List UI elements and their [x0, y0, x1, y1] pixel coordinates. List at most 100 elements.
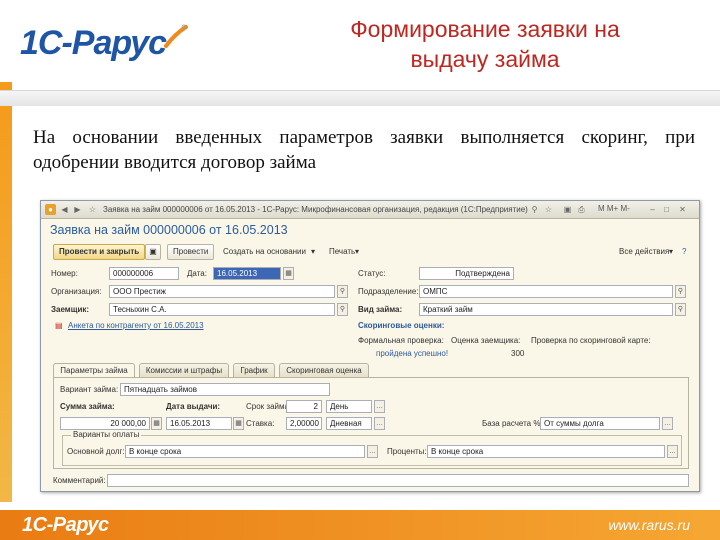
logo-text: 1С-Рарус [20, 24, 167, 62]
interest-picker-icon[interactable]: … [667, 445, 678, 458]
forward-icon[interactable]: ▶ [72, 204, 83, 215]
number-label: Номер: [51, 269, 78, 278]
comment-field[interactable] [107, 474, 689, 487]
tab-schedule[interactable]: График [233, 363, 275, 377]
maximize-icon[interactable]: □ [661, 204, 672, 215]
scoring-score-value: 300 [511, 349, 525, 358]
app-icon: ● [45, 204, 56, 215]
all-actions-chevron-icon[interactable]: ▾ [669, 247, 673, 256]
slide-title: Формирование заявки на выдачу займа [270, 14, 700, 74]
calc-base-field[interactable]: От суммы долга [540, 417, 660, 430]
repayment-options-group: Варианты оплаты Основной долг: В конце с… [62, 430, 682, 466]
save-disk-icon[interactable]: ▣ [562, 204, 573, 215]
division-field[interactable]: ОМПС [419, 285, 673, 298]
borrower-field[interactable]: Тесныхин С.А. [109, 303, 335, 316]
rate-type-field[interactable]: Дневная [326, 417, 372, 430]
rate-field[interactable]: 2,00000 [286, 417, 322, 430]
window-title: Заявка на займ 000000006 от 16.05.2013 -… [103, 205, 528, 214]
save-icon[interactable]: ▣ [145, 244, 161, 260]
scoring-result-link[interactable]: пройдена успешно! [376, 349, 448, 358]
division-label: Подразделение: [358, 287, 419, 296]
app-window: ● ◀ ▶ ☆ Заявка на займ 000000006 от 16.0… [40, 200, 700, 492]
back-icon[interactable]: ◀ [59, 204, 70, 215]
logo-swoosh-icon [164, 24, 188, 48]
date-field[interactable]: 16.05.2013 [213, 267, 281, 280]
memory-buttons[interactable]: M M+ M- [598, 204, 630, 213]
organization-field[interactable]: ООО Престиж [109, 285, 335, 298]
calc-base-label: База расчета %: [482, 419, 543, 428]
slide-title-line-2: выдачу займа [410, 46, 560, 72]
loan-params-panel: Вариант займа: Пятнадцать займов Сумма з… [53, 377, 689, 469]
post-button[interactable]: Провести [167, 244, 215, 260]
help-icon[interactable]: ? [682, 247, 686, 256]
loan-variant-field[interactable]: Пятнадцать займов [120, 383, 330, 396]
borrower-label: Заемщик: [51, 305, 90, 314]
anketa-link[interactable]: Анкета по контрагенту от 16.05.2013 [68, 321, 204, 330]
bookmark-icon[interactable]: ☆ [543, 204, 554, 215]
term-unit-field[interactable]: День [326, 400, 372, 413]
term-unit-picker-icon[interactable]: … [374, 400, 385, 413]
print-icon[interactable]: ⎙ [576, 204, 587, 215]
principal-picker-icon[interactable]: … [367, 445, 378, 458]
post-and-close-button[interactable]: Провести и закрыть [53, 244, 146, 260]
calc-base-picker-icon[interactable]: … [662, 417, 673, 430]
loan-type-search-icon[interactable]: ⚲ [675, 303, 686, 316]
tab-loan-params[interactable]: Параметры займа [53, 363, 135, 378]
interest-field[interactable]: В конце срока [427, 445, 665, 458]
slide-body-text: На основании введенных параметров заявки… [33, 127, 695, 173]
slide-title-line-1: Формирование заявки на [350, 16, 620, 42]
form-title: Заявка на займ 000000006 от 16.05.2013 [50, 223, 288, 237]
organization-label: Организация: [51, 287, 102, 296]
favorite-star-icon[interactable]: ☆ [87, 204, 98, 215]
scoring-card-check-label: Проверка по скоринговой карте: [531, 336, 651, 345]
rate-label: Ставка: [246, 419, 275, 428]
loan-sum-field[interactable]: 20 000,00 [60, 417, 150, 430]
number-field[interactable]: 000000006 [109, 267, 179, 280]
loan-type-field[interactable]: Краткий займ [419, 303, 673, 316]
loan-sum-calculator-icon[interactable]: ▦ [151, 417, 162, 430]
date-calendar-icon[interactable]: ▦ [283, 267, 294, 280]
close-icon[interactable]: ✕ [677, 204, 688, 215]
all-actions-menu[interactable]: Все действия [619, 247, 669, 256]
loan-sum-label: Сумма займа: [60, 402, 115, 411]
interest-label: Проценты: [387, 447, 427, 456]
tab-scoring[interactable]: Скоринговая оценка [279, 363, 369, 377]
print-menu[interactable]: Печать [329, 247, 355, 256]
minimize-icon[interactable]: – [647, 204, 658, 215]
status-field[interactable]: Подтверждена [419, 267, 514, 280]
window-titlebar: ● ◀ ▶ ☆ Заявка на займ 000000006 от 16.0… [41, 201, 699, 219]
create-based-on-menu[interactable]: Создать на основании [223, 247, 306, 256]
form-toolbar: Провести и закрыть ▣ Провести Создать на… [49, 244, 694, 262]
scoring-heading: Скоринговые оценки: [358, 321, 445, 330]
scoring-borrower-eval-label: Оценка заемщика: [451, 336, 521, 345]
status-label: Статус: [358, 269, 386, 278]
company-logo: 1С-Рарус [20, 22, 190, 72]
tab-commissions-fines[interactable]: Комиссии и штрафы [139, 363, 229, 377]
date-label: Дата: [187, 269, 207, 278]
repayment-group-title: Варианты оплаты [71, 430, 142, 439]
issue-date-calendar-icon[interactable]: ▦ [233, 417, 244, 430]
issue-date-field[interactable]: 16.05.2013 [166, 417, 232, 430]
issue-date-label: Дата выдачи: [166, 402, 221, 411]
print-chevron-icon[interactable]: ▾ [355, 247, 359, 256]
comment-label: Комментарий: [53, 476, 106, 485]
link-icon[interactable]: ⚲ [529, 204, 540, 215]
header-divider [0, 90, 720, 106]
left-accent-stripe [0, 82, 12, 502]
rate-type-picker-icon[interactable]: … [374, 417, 385, 430]
principal-field[interactable]: В конце срока [125, 445, 365, 458]
slide-footer: 1С-Рарус www.rarus.ru [0, 510, 720, 540]
term-label: Срок займа: [246, 402, 292, 411]
borrower-search-icon[interactable]: ⚲ [337, 303, 348, 316]
organization-search-icon[interactable]: ⚲ [337, 285, 348, 298]
scoring-formal-check-label: Формальная проверка: [358, 336, 444, 345]
division-search-icon[interactable]: ⚲ [675, 285, 686, 298]
anketa-doc-icon: ▤ [55, 321, 63, 330]
footer-logo: 1С-Рарус [22, 514, 109, 536]
loan-variant-label: Вариант займа: [60, 385, 119, 394]
footer-url: www.rarus.ru [608, 517, 690, 533]
term-field[interactable]: 2 [286, 400, 322, 413]
principal-label: Основной долг: [67, 447, 125, 456]
loan-type-label: Вид займа: [358, 305, 403, 314]
create-based-chevron-icon[interactable]: ▾ [311, 247, 315, 256]
